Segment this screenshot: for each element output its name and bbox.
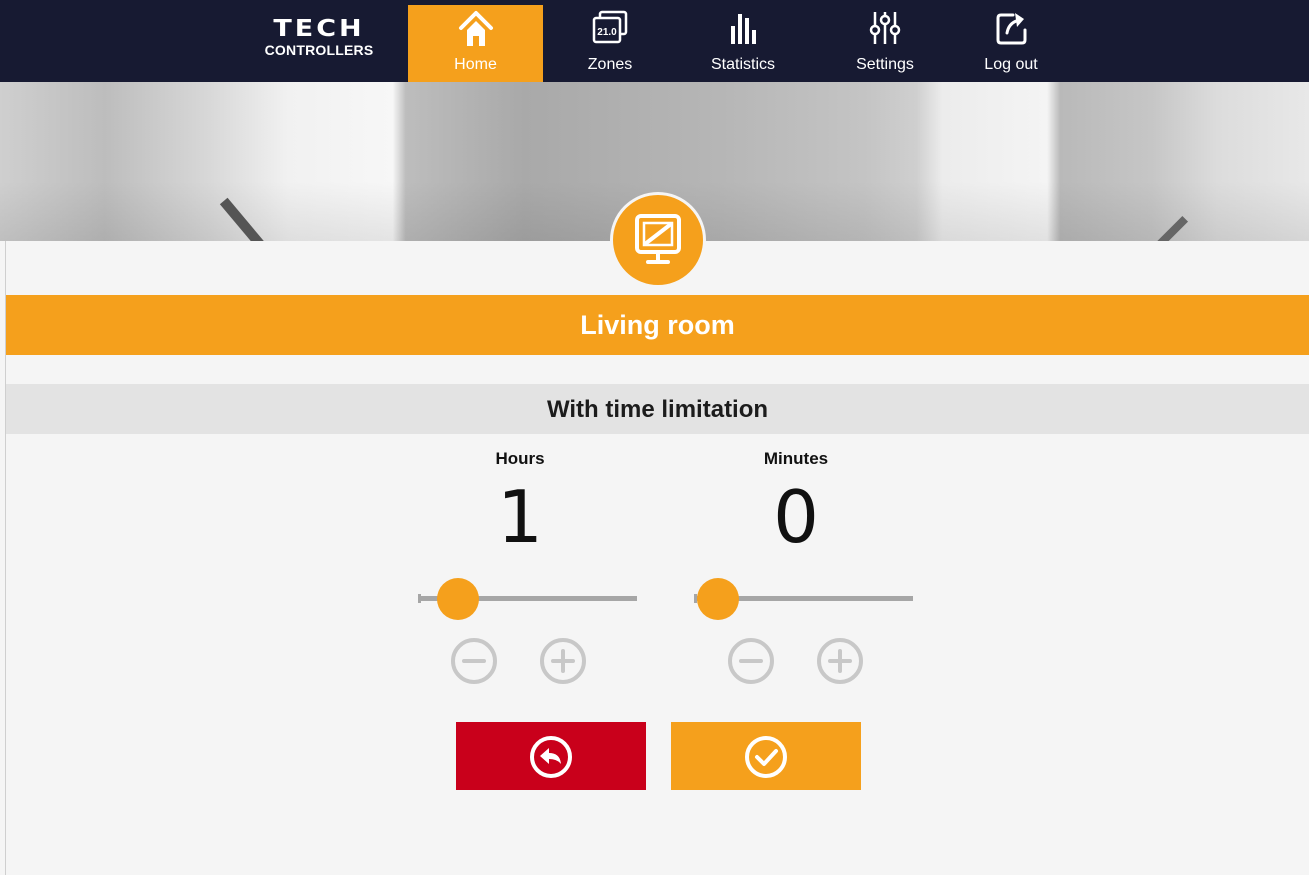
nav-label-logout: Log out xyxy=(984,56,1038,73)
hours-decrement-button[interactable] xyxy=(448,635,500,687)
nav-label-zones: Zones xyxy=(587,56,633,73)
top-navigation-bar: TECH CONTROLLERS Home 21.0 Zones Statist… xyxy=(0,0,1309,82)
minus-circle-icon xyxy=(725,638,777,691)
home-icon xyxy=(458,8,494,53)
nav-label-home: Home xyxy=(454,56,497,73)
nav-item-zones[interactable]: 21.0 Zones xyxy=(560,5,660,82)
nav-item-logout[interactable]: Log out xyxy=(963,5,1059,82)
confirm-button[interactable] xyxy=(671,722,861,790)
zone-name: Living room xyxy=(580,310,735,340)
zones-icon-badge: 21.0 xyxy=(597,27,617,38)
minutes-increment-button[interactable] xyxy=(814,635,866,687)
mode-header: With time limitation xyxy=(6,384,1309,434)
logo-subtitle: CONTROLLERS xyxy=(264,42,374,58)
nav-item-home[interactable]: Home xyxy=(408,5,543,82)
logout-icon xyxy=(993,8,1029,53)
minutes-value: 0 xyxy=(773,475,819,559)
hours-increment-button[interactable] xyxy=(537,635,589,687)
nav-label-settings: Settings xyxy=(856,56,914,73)
plus-circle-icon xyxy=(814,638,866,691)
minutes-label: Minutes xyxy=(763,449,829,468)
minutes-decrement-button[interactable] xyxy=(725,635,777,687)
zone-name-banner: Living room xyxy=(6,295,1309,355)
mode-title: With time limitation xyxy=(546,396,769,423)
plus-circle-icon xyxy=(537,638,589,691)
brand-logo[interactable]: TECH CONTROLLERS xyxy=(258,14,380,68)
hours-label: Hours xyxy=(495,449,545,468)
nav-item-statistics[interactable]: Statistics xyxy=(688,5,798,82)
nav-label-statistics: Statistics xyxy=(710,56,775,73)
settings-icon xyxy=(867,8,903,53)
nav-item-settings[interactable]: Settings xyxy=(830,5,940,82)
minus-circle-icon xyxy=(448,638,500,691)
hours-value: 1 xyxy=(497,475,543,559)
zone-icon-badge xyxy=(610,192,706,288)
logo-word: TECH xyxy=(273,15,365,42)
zones-icon: 21.0 xyxy=(590,8,630,53)
statistics-icon xyxy=(725,8,761,53)
minutes-slider-thumb[interactable] xyxy=(697,578,739,620)
hours-slider-thumb[interactable] xyxy=(436,578,479,620)
back-button[interactable] xyxy=(456,722,646,790)
